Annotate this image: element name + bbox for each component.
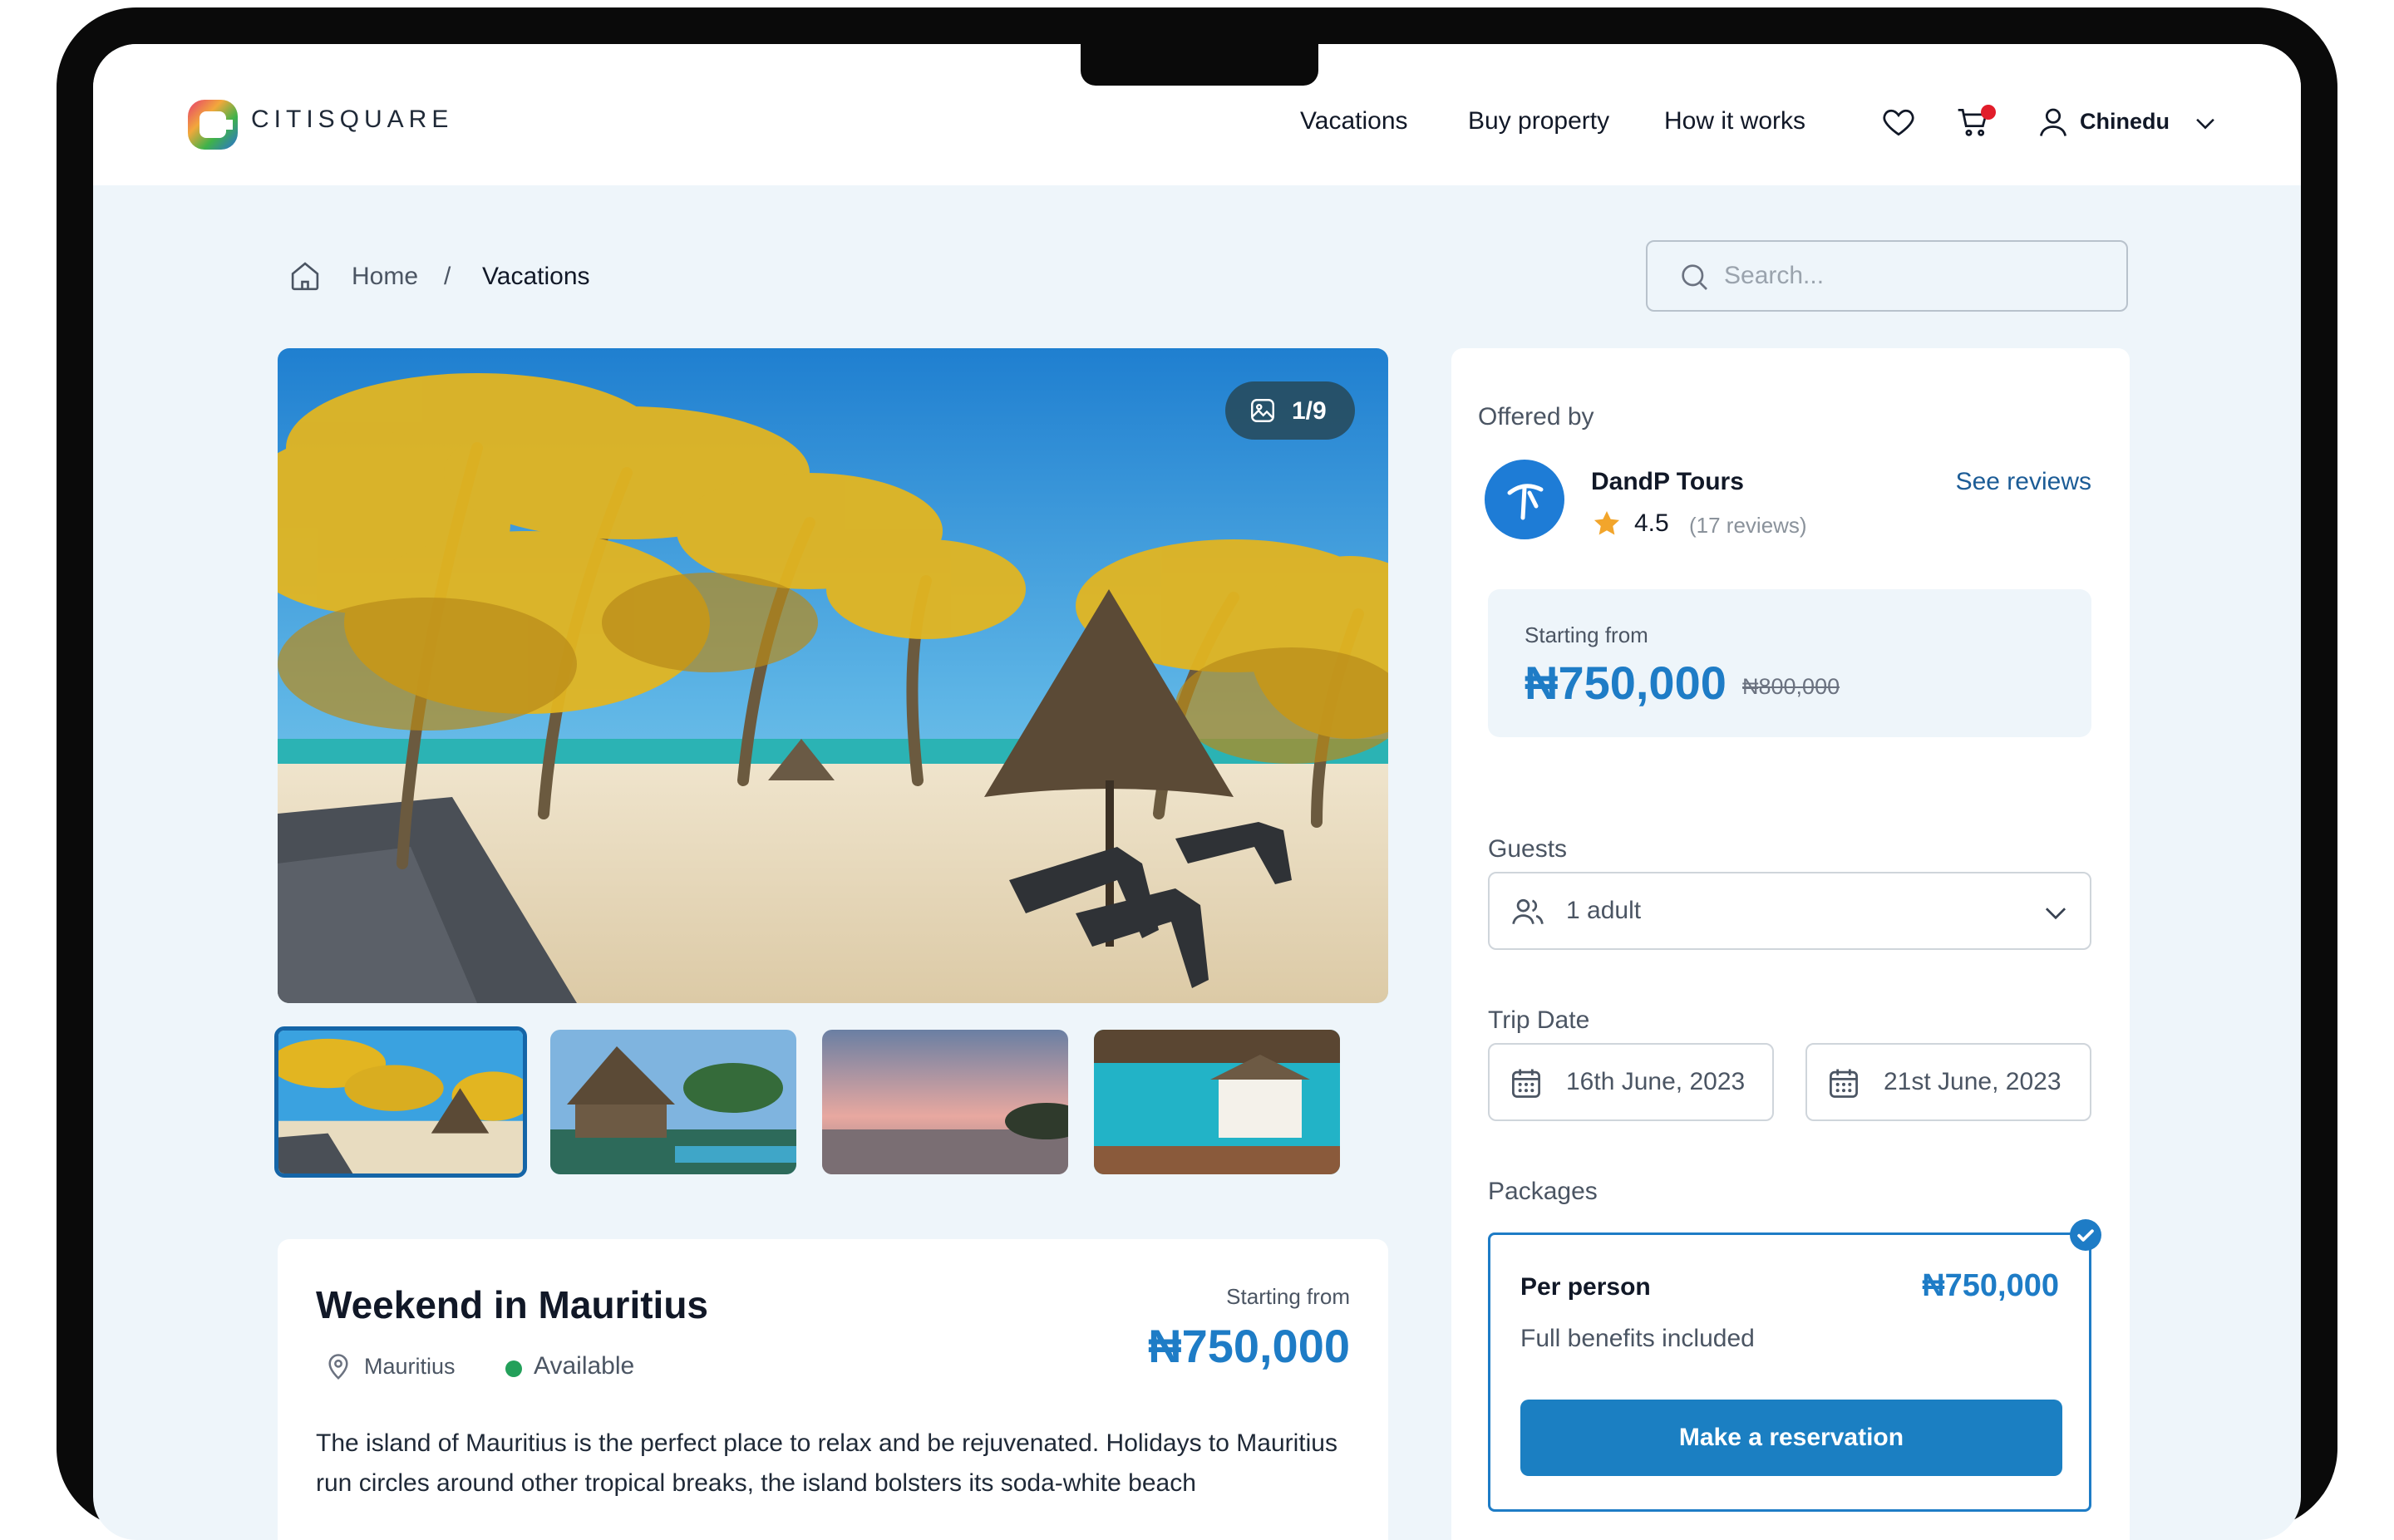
breadcrumb-home[interactable]: Home [352,263,418,291]
see-reviews-link[interactable]: See reviews [1956,468,2091,496]
vendor-rating: 4.5 [1634,509,1669,537]
guests-value: 1 adult [1566,897,1642,924]
booking-card: Offered by DandP Tours 4.5 (17 reviews) … [1451,348,2130,1540]
package-price: ₦750,000 [1922,1268,2059,1303]
make-reservation-button[interactable]: Make a reservation [1520,1400,2062,1476]
end-date-value: 21st June, 2023 [1884,1068,2062,1095]
nav-link-vacations[interactable]: Vacations [1300,107,1408,135]
location-pin-icon [328,1354,348,1380]
chevron-down-icon [2045,908,2066,920]
users-icon [1512,898,1544,924]
calendar-icon [1830,1069,1858,1098]
price-summary: Starting from ₦750,000 ₦800,000 [1488,589,2091,737]
search-icon [1682,264,1707,290]
listing-price-label: Starting from [1226,1284,1350,1309]
home-icon[interactable] [288,258,323,293]
guests-select[interactable]: 1 adult [1488,872,2091,950]
gallery-thumbnail[interactable] [550,1030,796,1174]
cart-notification-dot [1981,105,1996,120]
chevron-down-icon[interactable] [2191,109,2219,137]
citisquare-logo-icon[interactable] [186,98,239,151]
package-option[interactable]: Per person ₦750,000 Full benefits includ… [1488,1232,2091,1512]
old-price: ₦800,000 [1742,674,1840,699]
vendor-avatar[interactable] [1485,460,1564,539]
hero-image[interactable]: 1/9 [278,348,1388,1003]
heart-icon[interactable] [1880,104,1917,140]
beach-photo [278,348,1388,1003]
user-name[interactable]: Chinedu [2080,109,2170,135]
thumbnail-image [822,1030,1068,1174]
thumbnail-image [1094,1030,1340,1174]
listing-description: The island of Mauritius is the perfect p… [316,1429,1337,1497]
availability-status: Available [534,1352,635,1380]
end-date-field[interactable]: 21st June, 2023 [1805,1043,2091,1121]
brand-name[interactable]: CITISQUARE [251,106,453,134]
image-icon [1251,399,1274,422]
gallery-thumbnail[interactable] [274,1026,527,1178]
calendar-icon [1512,1069,1540,1098]
start-date-value: 16th June, 2023 [1566,1068,1746,1095]
gallery-thumbnail[interactable] [1094,1030,1340,1174]
price-summary-label: Starting from [1525,622,1648,647]
breadcrumb-current: Vacations [482,263,590,290]
vendor-review-count: (17 reviews) [1689,513,1807,538]
packages-label: Packages [1488,1178,1598,1205]
availability-dot [505,1360,522,1377]
package-description: Full benefits included [1520,1325,1755,1352]
listing-price: ₦750,000 [1148,1320,1350,1372]
photo-counter: 1/9 [1292,397,1327,425]
start-date-field[interactable]: 16th June, 2023 [1488,1043,1774,1121]
vendor-name[interactable]: DandP Tours [1591,468,1744,496]
search-input[interactable]: Search... [1646,240,2128,312]
listing-details-card: Weekend in Mauritius Mauritius Available… [278,1239,1388,1540]
screen: CITISQUARE Vacations Buy property How it… [93,44,2301,1540]
guests-label: Guests [1488,835,1568,863]
offered-by-label: Offered by [1478,403,1594,431]
gallery-thumbnail[interactable] [822,1030,1068,1174]
thumbnail-image [278,1031,523,1173]
nav-link-buy-property[interactable]: Buy property [1468,107,1609,135]
current-price: ₦750,000 [1525,657,1727,709]
check-icon [2070,1219,2101,1251]
nav-link-how-it-works[interactable]: How it works [1664,107,1805,135]
breadcrumb-separator: / [444,263,451,290]
search-placeholder: Search... [1724,262,1825,289]
device-notch [1081,44,1318,86]
listing-title: Weekend in Mauritius [316,1283,709,1326]
star-icon [1594,510,1620,535]
trip-date-label: Trip Date [1488,1006,1590,1034]
thumbnail-image [550,1030,796,1174]
photo-counter-badge[interactable]: 1/9 [1225,381,1355,440]
user-icon[interactable] [2035,104,2071,140]
vendor-logo-icon [1486,461,1563,538]
listing-location: Mauritius [364,1354,456,1379]
package-name: Per person [1520,1273,1651,1301]
